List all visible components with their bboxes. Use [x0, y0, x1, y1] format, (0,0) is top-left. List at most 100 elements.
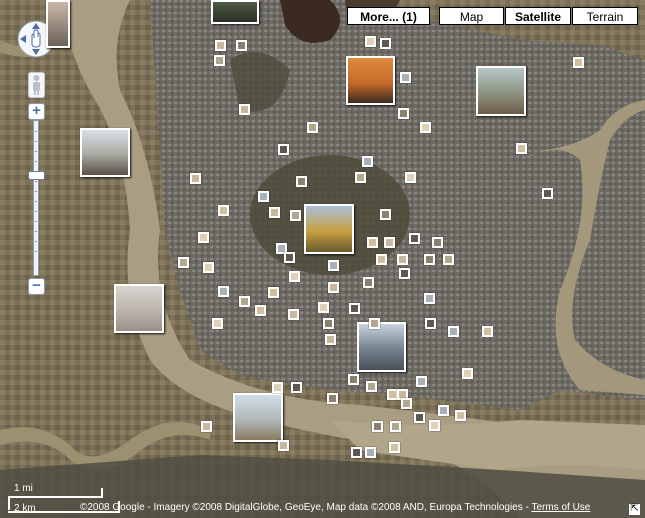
terms-of-use-link[interactable]: Terms of Use — [531, 502, 590, 513]
photo-thumbnail-marker[interactable] — [355, 172, 366, 183]
photo-thumbnail-marker[interactable] — [400, 72, 411, 83]
photo-marker[interactable] — [357, 322, 406, 372]
photo-thumbnail-marker[interactable] — [429, 420, 440, 431]
satellite-imagery — [0, 0, 645, 518]
photo-thumbnail-marker[interactable] — [399, 268, 410, 279]
photo-thumbnail-marker[interactable] — [278, 440, 289, 451]
photo-thumbnail-marker[interactable] — [327, 393, 338, 404]
photo-thumbnail-marker[interactable] — [269, 207, 280, 218]
photo-thumbnail-marker[interactable] — [201, 421, 212, 432]
map-type-map-button[interactable]: Map — [439, 7, 504, 25]
zoom-slider-track[interactable] — [33, 120, 39, 276]
photo-thumbnail-marker[interactable] — [438, 405, 449, 416]
photo-thumbnail-marker[interactable] — [190, 173, 201, 184]
map-type-terrain-button[interactable]: Terrain — [572, 7, 638, 25]
photo-marker[interactable] — [233, 393, 283, 442]
photo-thumbnail-marker[interactable] — [178, 257, 189, 268]
photo-marker[interactable] — [304, 204, 354, 254]
photo-thumbnail-marker[interactable] — [432, 237, 443, 248]
photo-thumbnail-marker[interactable] — [198, 232, 209, 243]
photo-thumbnail-marker[interactable] — [405, 172, 416, 183]
photo-thumbnail-marker[interactable] — [397, 254, 408, 265]
photo-thumbnail-marker[interactable] — [272, 382, 283, 393]
copyright-notice: ©2008 Google - Imagery ©2008 DigitalGlob… — [80, 502, 590, 513]
photo-thumbnail-marker[interactable] — [362, 156, 373, 167]
photo-thumbnail-marker[interactable] — [323, 318, 334, 329]
photo-thumbnail-marker[interactable] — [462, 368, 473, 379]
resize-corner-icon[interactable]: ⇱ — [628, 503, 641, 516]
photo-thumbnail-marker[interactable] — [214, 55, 225, 66]
photo-thumbnail-marker[interactable] — [212, 318, 223, 329]
photo-thumbnail-marker[interactable] — [573, 57, 584, 68]
photo-thumbnail-marker[interactable] — [376, 254, 387, 265]
zoom-slider-thumb[interactable] — [28, 171, 45, 180]
photo-marker[interactable] — [211, 0, 259, 24]
photo-thumbnail-marker[interactable] — [401, 398, 412, 409]
photo-thumbnail-marker[interactable] — [455, 410, 466, 421]
photo-thumbnail-marker[interactable] — [328, 282, 339, 293]
photo-thumbnail-marker[interactable] — [372, 421, 383, 432]
photo-thumbnail-marker[interactable] — [542, 188, 553, 199]
photo-thumbnail-marker[interactable] — [348, 374, 359, 385]
photo-thumbnail-marker[interactable] — [482, 326, 493, 337]
photo-thumbnail-marker[interactable] — [448, 326, 459, 337]
photo-thumbnail-marker[interactable] — [365, 36, 376, 47]
photo-thumbnail-marker[interactable] — [349, 303, 360, 314]
copyright-text: ©2008 Google - Imagery ©2008 DigitalGlob… — [80, 502, 532, 513]
photo-thumbnail-marker[interactable] — [268, 287, 279, 298]
photo-thumbnail-marker[interactable] — [290, 210, 301, 221]
photo-thumbnail-marker[interactable] — [389, 442, 400, 453]
photo-thumbnail-marker[interactable] — [414, 412, 425, 423]
photo-thumbnail-marker[interactable] — [390, 421, 401, 432]
photo-thumbnail-marker[interactable] — [420, 122, 431, 133]
photo-thumbnail-marker[interactable] — [398, 108, 409, 119]
photo-thumbnail-marker[interactable] — [443, 254, 454, 265]
photo-thumbnail-marker[interactable] — [239, 104, 250, 115]
photo-thumbnail-marker[interactable] — [367, 237, 378, 248]
photo-thumbnail-marker[interactable] — [318, 302, 329, 313]
pegman-icon[interactable] — [27, 71, 46, 99]
photo-thumbnail-marker[interactable] — [328, 260, 339, 271]
photo-thumbnail-marker[interactable] — [384, 237, 395, 248]
photo-thumbnail-marker[interactable] — [365, 447, 376, 458]
photo-thumbnail-marker[interactable] — [369, 318, 380, 329]
photo-thumbnail-marker[interactable] — [424, 293, 435, 304]
photo-thumbnail-marker[interactable] — [380, 209, 391, 220]
photo-thumbnail-marker[interactable] — [291, 382, 302, 393]
photo-thumbnail-marker[interactable] — [203, 262, 214, 273]
photo-thumbnail-marker[interactable] — [366, 381, 377, 392]
photo-thumbnail-marker[interactable] — [288, 309, 299, 320]
photo-thumbnail-marker[interactable] — [416, 376, 427, 387]
scale-mi-label: 1 mi — [14, 483, 33, 494]
photo-marker[interactable] — [80, 128, 130, 177]
photo-marker[interactable] — [476, 66, 526, 116]
photo-marker[interactable] — [346, 56, 395, 105]
photo-thumbnail-marker[interactable] — [218, 286, 229, 297]
photo-thumbnail-marker[interactable] — [351, 447, 362, 458]
photo-marker[interactable] — [114, 284, 164, 333]
photo-thumbnail-marker[interactable] — [239, 296, 250, 307]
photo-thumbnail-marker[interactable] — [278, 144, 289, 155]
photo-thumbnail-marker[interactable] — [284, 252, 295, 263]
photo-thumbnail-marker[interactable] — [363, 277, 374, 288]
photo-thumbnail-marker[interactable] — [425, 318, 436, 329]
zoom-out-button[interactable]: − — [28, 278, 45, 295]
photo-thumbnail-marker[interactable] — [236, 40, 247, 51]
photo-thumbnail-marker[interactable] — [307, 122, 318, 133]
zoom-in-button[interactable]: + — [28, 103, 45, 120]
photo-thumbnail-marker[interactable] — [255, 305, 266, 316]
photo-thumbnail-marker[interactable] — [409, 233, 420, 244]
photo-thumbnail-marker[interactable] — [296, 176, 307, 187]
photo-thumbnail-marker[interactable] — [215, 40, 226, 51]
photo-thumbnail-marker[interactable] — [516, 143, 527, 154]
satellite-map[interactable]: More... (1) Map Satellite Terrain + − 1 … — [0, 0, 645, 518]
map-type-satellite-button[interactable]: Satellite — [505, 7, 571, 25]
photo-marker[interactable] — [46, 0, 70, 48]
photo-thumbnail-marker[interactable] — [380, 38, 391, 49]
photo-thumbnail-marker[interactable] — [258, 191, 269, 202]
photo-thumbnail-marker[interactable] — [289, 271, 300, 282]
more-layers-button[interactable]: More... (1) — [347, 7, 430, 25]
photo-thumbnail-marker[interactable] — [325, 334, 336, 345]
photo-thumbnail-marker[interactable] — [218, 205, 229, 216]
photo-thumbnail-marker[interactable] — [424, 254, 435, 265]
